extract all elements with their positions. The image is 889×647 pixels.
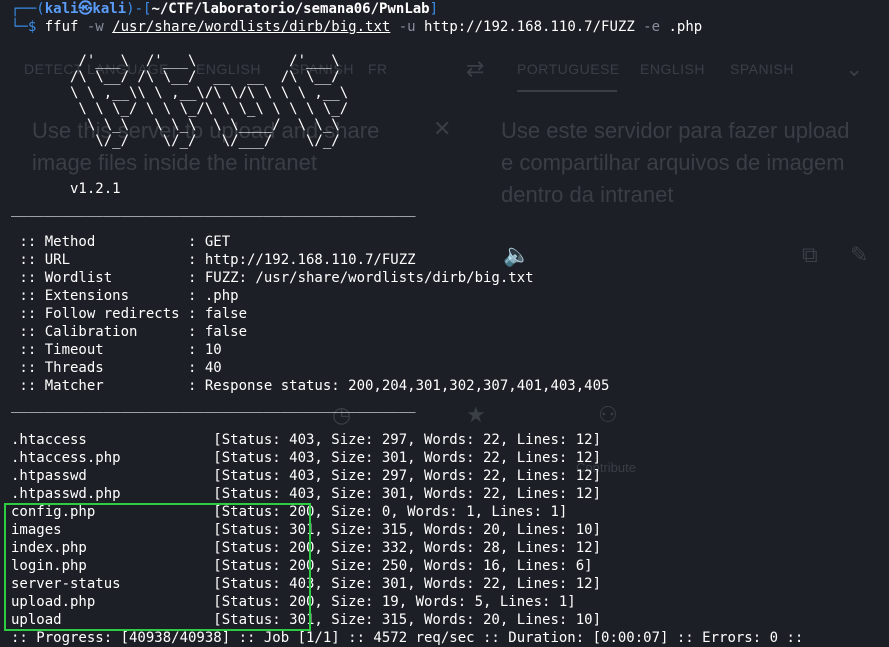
wordlist-path: /usr/share/wordlists/dirb/big.txt <box>112 19 391 35</box>
ghost-target-text: Use este servidor para fazer upload e co… <box>501 118 850 207</box>
swap-languages-icon: ⇄ <box>466 56 485 81</box>
terminal-window[interactable]: DETECT LANGUAGE ENGLISH SPANISH FR ⇄ POR… <box>0 0 889 647</box>
config-matcher: :: Matcher : Response status: 200,204,30… <box>11 378 610 394</box>
separator-bottom: ________________________________________… <box>11 397 416 413</box>
speaker-icon: 🔈 <box>503 242 531 267</box>
clear-icon: ✕ <box>433 116 452 141</box>
prompt-path: ~/CTF/laboratorio/semana06/PwnLab <box>151 1 430 17</box>
prompt-dollar: $ <box>27 19 45 35</box>
prompt-open: ┌──( <box>11 1 45 17</box>
prompt-user: kali㉿kali <box>44 1 127 17</box>
command-line[interactable]: └─$ ffuf -w /usr/share/wordlists/dirb/bi… <box>11 18 702 36</box>
prompt-line: ┌──(kali㉿kali)-[~/CTF/laboratorio/semana… <box>11 0 438 18</box>
config-calibration: :: Calibration : false <box>11 324 248 340</box>
flag-e: -e <box>634 19 669 35</box>
star-icon: ★ <box>466 402 486 427</box>
flag-w: -w <box>78 19 113 35</box>
ghost-tab-spanish-target: SPANISH <box>730 61 794 77</box>
target-url: http://192.168.110.7/FUZZ <box>424 19 635 35</box>
result-row: .htaccess.php [Status: 403, Size: 301, W… <box>11 450 602 466</box>
prompt-mid: )-[ <box>126 1 152 17</box>
prompt-corner: └─ <box>11 19 28 35</box>
config-threads: :: Threads : 40 <box>11 360 222 376</box>
config-timeout: :: Timeout : 10 <box>11 342 222 358</box>
flag-u: -u <box>390 19 425 35</box>
result-row: .htpasswd [Status: 403, Size: 297, Words… <box>11 468 602 484</box>
ghost-tab-underline <box>517 90 617 92</box>
chevron-down-icon: ⌄ <box>845 56 864 81</box>
config-wordlist: :: Wordlist : FUZZ: /usr/share/wordlists… <box>11 270 534 286</box>
config-method: :: Method : GET <box>11 234 231 250</box>
result-row: .htpasswd.php [Status: 403, Size: 301, W… <box>11 486 602 502</box>
extension-arg: .php <box>668 19 703 35</box>
ghost-tab-portuguese: PORTUGUESE <box>517 61 620 77</box>
result-row: .htaccess [Status: 403, Size: 297, Words… <box>11 432 602 448</box>
separator-top: ________________________________________… <box>11 201 416 217</box>
contribute-icon: ⚇ <box>598 402 618 427</box>
prompt-close: ] <box>429 1 439 17</box>
ffuf-ascii-banner: /'___\ /'___\ /'___\ /\ \__/ /\ \__/ __ … <box>70 53 349 149</box>
command-name: ffuf <box>44 19 79 35</box>
config-follow-redirects: :: Follow redirects : false <box>11 306 248 322</box>
highlight-annotation-box <box>4 503 311 631</box>
config-url: :: URL : http://192.168.110.7/FUZZ <box>11 252 416 268</box>
progress-line: :: Progress: [40938/40938] :: Job [1/1] … <box>11 630 804 646</box>
copy-icon: ⧉ <box>802 242 818 267</box>
ffuf-version: v1.2.1 <box>11 181 121 197</box>
ghost-tab-fr: FR <box>368 61 388 77</box>
pencil-icon: ✎ <box>850 242 869 267</box>
config-extensions: :: Extensions : .php <box>11 288 239 304</box>
ghost-tab-english-target: ENGLISH <box>640 61 705 77</box>
